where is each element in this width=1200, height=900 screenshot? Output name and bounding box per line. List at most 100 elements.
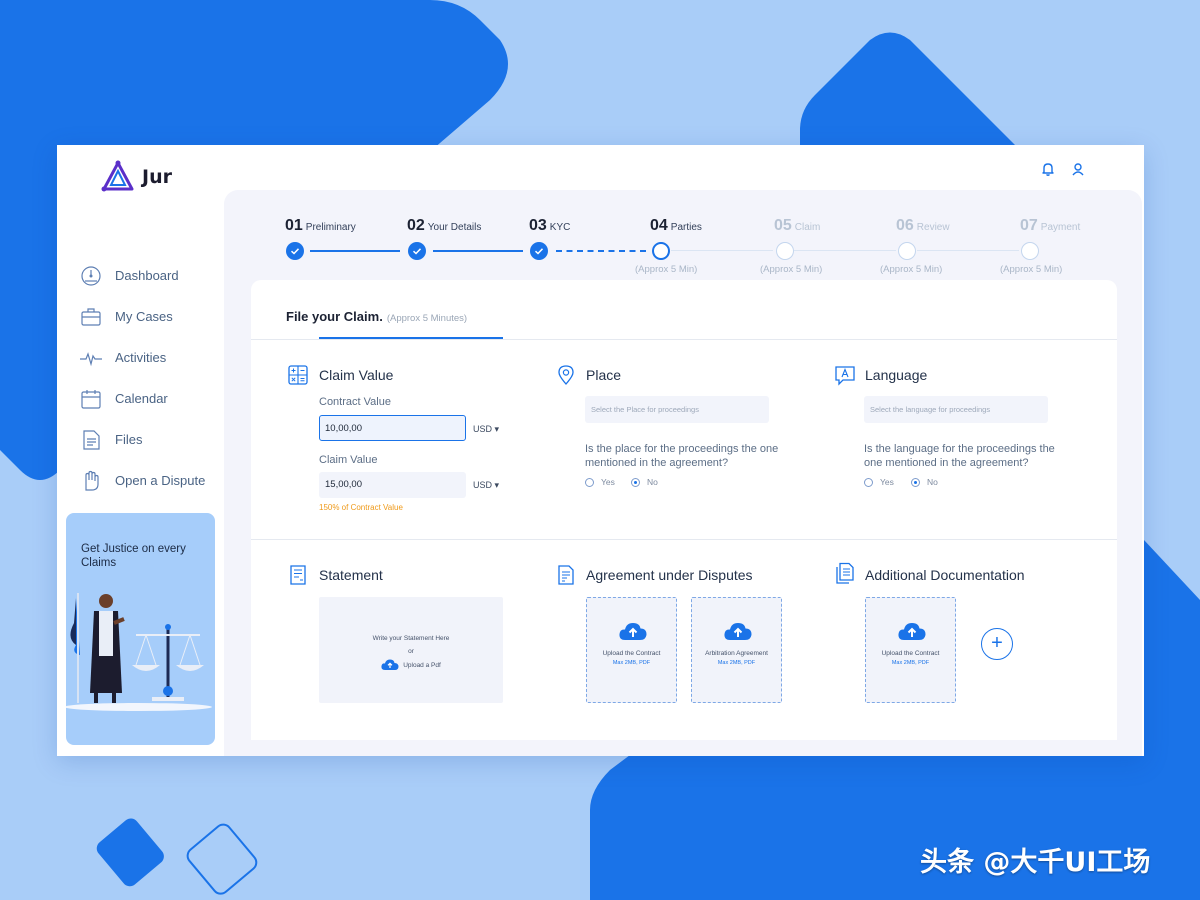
justice-illustration [66, 593, 212, 711]
claim-value-input[interactable] [319, 472, 466, 498]
place-radio-yes[interactable]: Yes [585, 477, 615, 487]
step-connector [671, 250, 773, 251]
section-title-agreement: Agreement under Disputes [586, 567, 753, 583]
radio-dot [864, 477, 873, 487]
claim-currency-select[interactable]: USD ▾ [473, 480, 499, 491]
contract-value-label: Contract Value [319, 396, 391, 408]
app-name: Jur [142, 166, 172, 188]
language-select[interactable]: Select the language for proceedings [864, 396, 1048, 423]
step-number: 06 [896, 217, 914, 234]
step-connector [794, 250, 896, 251]
radio-dot-selected [911, 477, 920, 487]
step-check-icon[interactable] [286, 242, 304, 260]
step-pending-indicator[interactable] [1021, 242, 1039, 260]
section-title-additional: Additional Documentation [865, 567, 1025, 583]
location-pin-icon [558, 365, 574, 385]
step-pending-indicator[interactable] [776, 242, 794, 260]
sidebar-item-label: Calendar [115, 391, 168, 406]
step-connector [433, 250, 523, 252]
upload-arbitration-box[interactable]: Arbitration Agreement Max 2MB, PDF [691, 597, 782, 703]
pulse-icon [80, 351, 102, 366]
step-kyc[interactable]: 03 KYC [529, 217, 570, 235]
dashboard-gauge-icon [81, 265, 101, 286]
statement-upload-pdf[interactable]: Upload a Pdf [319, 659, 503, 671]
claim-hint: 150% of Contract Value [319, 503, 403, 512]
upload-limit: Max 2MB, PDF [612, 660, 651, 666]
radio-label: Yes [880, 477, 894, 487]
language-bubble-icon [835, 366, 855, 386]
documents-stack-icon [836, 562, 854, 584]
cloud-upload-icon [381, 659, 399, 670]
sidebar-item-files[interactable]: Files [79, 419, 205, 460]
upload-title: Arbitration Agreement [705, 650, 768, 657]
tab-file-claim[interactable]: File your Claim. (Approx 5 Minutes) [286, 308, 467, 326]
step-check-icon[interactable] [530, 242, 548, 260]
sidebar-item-calendar[interactable]: Calendar [79, 378, 205, 419]
radio-label: Yes [601, 477, 615, 487]
radio-dot-selected [631, 477, 640, 487]
section-title-claim-value: Claim Value [319, 367, 394, 383]
step-number: 01 [285, 217, 303, 234]
step-review[interactable]: 06 Review [896, 217, 950, 235]
statement-upload-area[interactable]: Write your Statement Here or Upload a Pd… [319, 597, 503, 703]
step-current-indicator[interactable] [652, 242, 670, 260]
upload-title: Upload the Contract [602, 650, 661, 657]
watermark: 头条 @大千UI工场 [920, 847, 1151, 878]
add-document-button[interactable]: + [981, 628, 1013, 660]
section-title-place: Place [586, 367, 622, 383]
contract-currency-select[interactable]: USD ▾ [473, 424, 499, 435]
place-select[interactable]: Select the Place for proceedings [585, 396, 769, 423]
agreement-document-icon [558, 565, 574, 585]
sidebar-item-label: Open a Dispute [115, 473, 206, 488]
jur-logo-icon [101, 160, 134, 192]
radio-label: No [927, 477, 938, 487]
cloud-upload-icon [619, 623, 647, 640]
raised-hand-icon [85, 470, 99, 491]
place-radio-no[interactable]: No [631, 477, 658, 487]
upload-contract-box[interactable]: Upload the Contract Max 2MB, PDF [586, 597, 677, 703]
promo-text: Get Justice on every Claims [81, 543, 186, 569]
step-claim[interactable]: 05 Claim [774, 217, 820, 235]
claim-form-card: File your Claim. (Approx 5 Minutes) Claim… [251, 280, 1117, 740]
sidebar-item-my-cases[interactable]: My Cases [79, 296, 205, 337]
main-content: 01 Preliminary 02 Your Details 03 KYC 04 Par… [224, 190, 1142, 756]
statement-or: or [408, 648, 414, 655]
divider [251, 539, 1117, 540]
step-payment[interactable]: 07 Payment [1020, 217, 1080, 235]
language-radio-yes[interactable]: Yes [864, 477, 894, 487]
step-parties[interactable]: 04 Parties [650, 217, 702, 235]
sidebar-item-dashboard[interactable]: Dashboard [79, 255, 205, 296]
user-icon[interactable] [1070, 161, 1086, 177]
section-title-language: Language [865, 367, 928, 383]
step-duration: (Approx 5 Min) [635, 264, 698, 275]
upload-additional-box[interactable]: Upload the Contract Max 2MB, PDF [865, 597, 956, 703]
sidebar-item-open-dispute[interactable]: Open a Dispute [79, 460, 205, 501]
sidebar-nav: Dashboard My Cases Activities Calendar F… [79, 255, 205, 501]
promo-card: Get Justice on every Claims [66, 513, 215, 745]
step-number: 04 [650, 217, 668, 234]
statement-placeholder: Write your Statement Here [372, 635, 450, 642]
step-pending-indicator[interactable] [898, 242, 916, 260]
step-duration: (Approx 5 Min) [1000, 264, 1063, 275]
upload-limit: Max 2MB, PDF [891, 660, 930, 666]
sidebar-item-activities[interactable]: Activities [79, 337, 205, 378]
step-number: 03 [529, 217, 547, 234]
step-name: Your Details [427, 222, 482, 233]
logo[interactable]: Jur [100, 159, 172, 195]
step-check-icon[interactable] [408, 242, 426, 260]
app-window: Jur Dashboard My Cases Activities Calend… [57, 145, 1144, 756]
section-title-statement: Statement [319, 567, 383, 583]
step-number: 02 [407, 217, 425, 234]
radio-label: No [647, 477, 658, 487]
language-radio-no[interactable]: No [911, 477, 938, 487]
step-name: Claim [794, 222, 821, 233]
step-your-details[interactable]: 02 Your Details [407, 217, 481, 235]
cloud-upload-icon [724, 623, 752, 640]
step-duration: (Approx 5 Min) [760, 264, 823, 275]
sidebar-item-label: Activities [115, 350, 167, 365]
contract-value-input[interactable] [319, 415, 466, 441]
step-preliminary[interactable]: 01 Preliminary [285, 217, 356, 235]
currency-label: USD [473, 424, 493, 434]
bell-icon[interactable] [1040, 161, 1056, 177]
claim-value-label: Claim Value [319, 454, 378, 466]
